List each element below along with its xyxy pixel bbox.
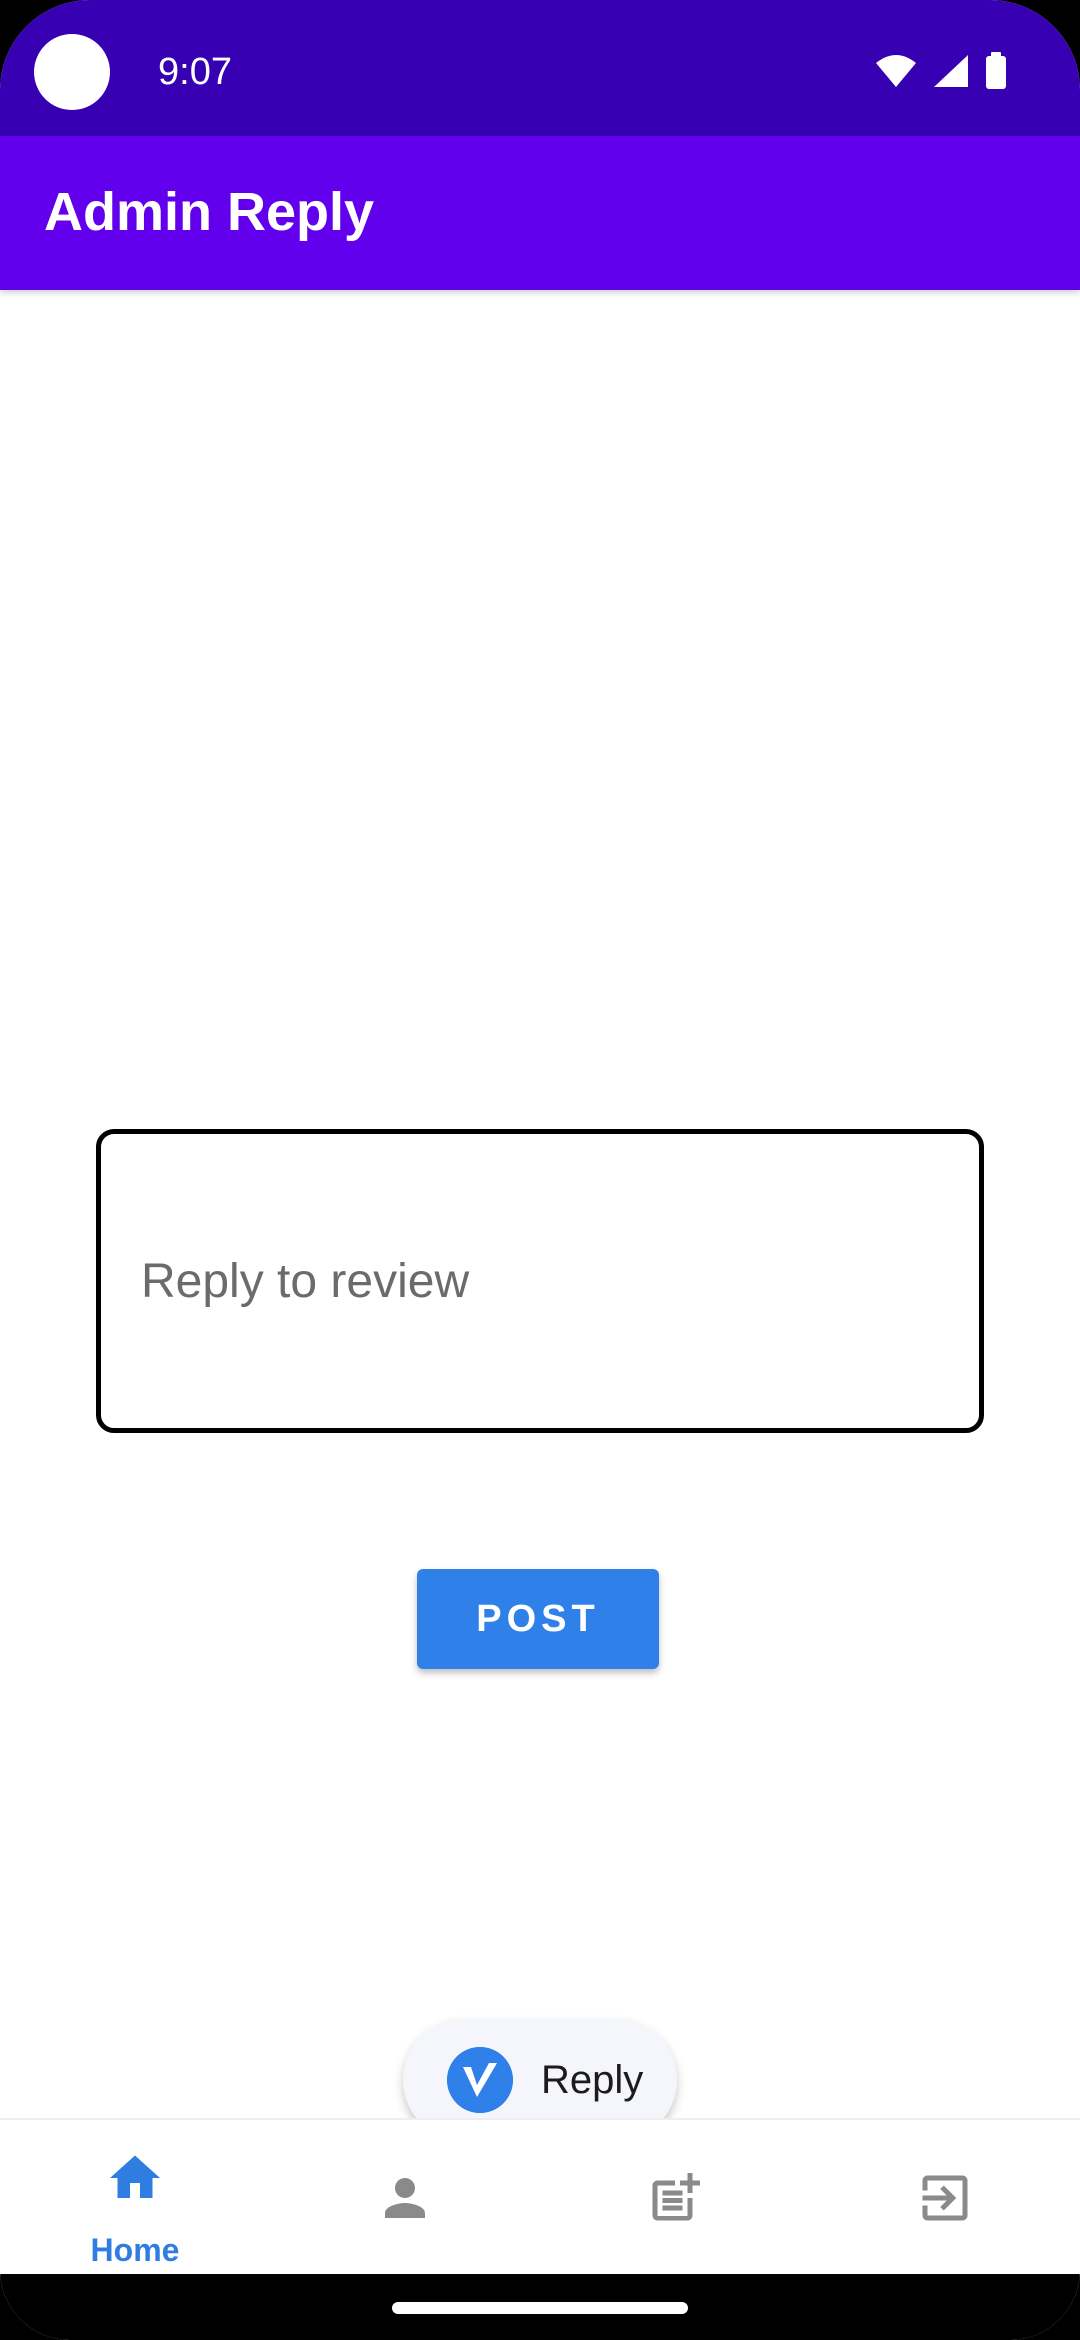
person-icon	[385, 2178, 425, 2218]
wifi-icon	[876, 55, 916, 87]
nav-item-add-post[interactable]	[540, 2120, 810, 2276]
post-button[interactable]: POST	[417, 1569, 659, 1669]
reply-field[interactable]	[96, 1129, 984, 1433]
nav-item-logout[interactable]	[810, 2120, 1080, 2276]
status-bar: 9:07	[0, 0, 1080, 136]
toast-text: Reply	[541, 2058, 644, 2102]
app-logo-icon	[447, 2047, 513, 2113]
logout-icon	[922, 2175, 968, 2221]
cellular-signal-icon	[934, 55, 968, 87]
camera-cutout	[34, 34, 110, 110]
bottom-nav: Home	[0, 2118, 1080, 2276]
gesture-nav-area	[0, 2274, 1080, 2340]
app-bar: Admin Reply	[0, 136, 1080, 290]
status-icons	[874, 52, 1008, 90]
reply-input[interactable]	[141, 1134, 941, 1428]
device-screen: 9:07 Admin Reply POST Reply	[0, 0, 1080, 2340]
home-icon	[110, 2155, 160, 2198]
status-time: 9:07	[158, 51, 232, 93]
nav-item-home[interactable]: Home	[0, 2120, 270, 2276]
nav-item-profile[interactable]	[270, 2120, 540, 2276]
page-title: Admin Reply	[44, 182, 375, 242]
nav-label-home: Home	[90, 2232, 180, 2268]
battery-icon	[986, 52, 1006, 89]
gesture-handle[interactable]	[392, 2302, 688, 2314]
post-add-icon	[652, 2173, 700, 2221]
